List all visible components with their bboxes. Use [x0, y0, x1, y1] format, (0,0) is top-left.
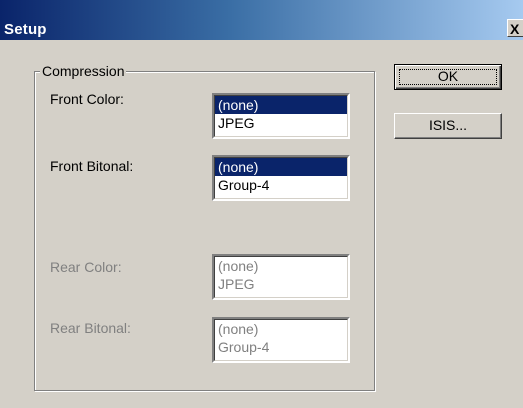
list-option: (none)	[218, 258, 259, 274]
rear-bitonal-label: Rear Bitonal:	[50, 320, 131, 336]
list-option: Group-4	[218, 339, 270, 355]
title-bar: Setup X	[0, 0, 523, 40]
close-button[interactable]: X	[507, 19, 523, 37]
front-bitonal-listbox[interactable]: (none) Group-4	[212, 155, 350, 201]
ok-button[interactable]: OK	[394, 64, 502, 90]
rear-color-label: Rear Color:	[50, 259, 122, 275]
close-icon: X	[510, 21, 520, 37]
rear-bitonal-listbox: (none) Group-4	[212, 317, 350, 363]
list-option[interactable]: Group-4	[215, 176, 347, 194]
front-bitonal-label: Front Bitonal:	[50, 158, 134, 174]
list-option[interactable]: JPEG	[215, 114, 347, 132]
front-color-label: Front Color:	[50, 91, 124, 107]
ok-button-label: OK	[437, 68, 459, 84]
isis-button-label: ISIS...	[428, 117, 468, 133]
list-option[interactable]: (none)	[215, 158, 347, 176]
compression-group-label: Compression	[40, 62, 127, 80]
window-title: Setup	[4, 21, 47, 38]
list-option: (none)	[218, 321, 259, 337]
list-option: JPEG	[218, 276, 255, 292]
front-color-listbox[interactable]: (none) JPEG	[212, 93, 350, 139]
rear-color-listbox: (none) JPEG	[212, 254, 350, 300]
isis-button[interactable]: ISIS...	[394, 113, 502, 139]
list-option[interactable]: (none)	[215, 96, 347, 114]
